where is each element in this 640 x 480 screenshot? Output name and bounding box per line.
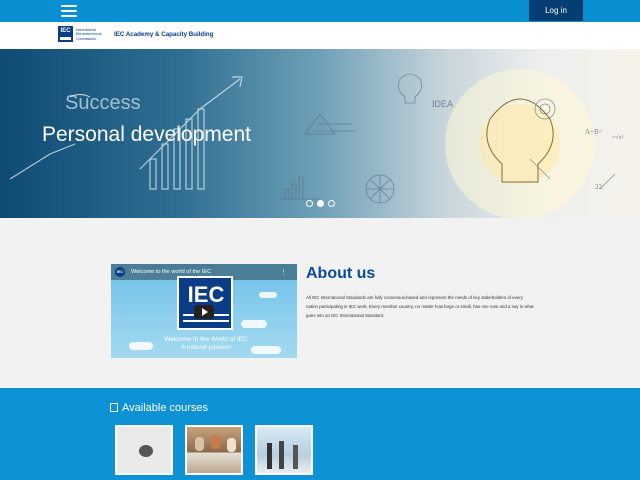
more-vert-icon[interactable]: ⋮ [280,268,287,276]
hero-title: Personal development [42,123,251,146]
cloud [129,342,153,350]
hamburger-icon[interactable] [61,5,77,17]
brand-bar: IEC International Electrotechnical Commi… [0,22,640,49]
course-thumbnail-person [211,435,220,449]
login-button[interactable]: Log in [529,0,583,21]
course-card-3[interactable] [255,425,313,475]
video-player[interactable]: IEC Welcome to the world of the IEC ⋮ IE… [111,264,297,358]
course-thumbnail-person [227,438,236,452]
cloud [241,320,267,328]
svg-text:A+B=: A+B= [585,128,603,136]
course-thumbnail-person [267,443,272,469]
org-name: International Electrotechnical Commissio… [76,28,102,41]
course-thumbnail-person [195,437,204,451]
svg-text:Success: Success [65,92,141,114]
video-title[interactable]: Welcome to the world of the IEC [131,269,211,275]
video-iec-logo: IEC [177,276,233,330]
carousel-dot-3[interactable] [328,200,335,207]
svg-text:=√x²: =√x² [612,134,624,141]
site-title[interactable]: IEC Academy & Capacity Building [114,31,213,38]
course-thumbnail-person [293,445,298,469]
carousel-dot-2[interactable] [317,200,324,207]
course-thumbnail-logo [139,445,153,457]
carousel-dot-1[interactable] [306,200,313,207]
video-caption: Welcome to the World of IEC A natural pa… [164,336,248,351]
courses-section [0,388,640,480]
svg-text:IDEA: IDEA [432,99,453,109]
top-bar: Log in [0,0,640,22]
courses-heading: Available courses [110,402,208,414]
course-card-1[interactable] [115,425,173,475]
iec-logo[interactable]: IEC [58,26,73,42]
book-icon [110,403,118,412]
hero-banner: Success IDEA A+B= =√x² 22. Personal deve… [0,49,640,218]
cloud [259,292,277,298]
course-card-2[interactable] [185,425,243,475]
course-thumbnail-person [279,441,284,469]
about-title: About us [306,265,376,282]
play-button[interactable] [194,305,214,319]
svg-text:22.: 22. [595,183,604,191]
channel-avatar[interactable]: IEC [115,267,125,277]
about-text: All IEC International Standards are full… [306,295,534,318]
